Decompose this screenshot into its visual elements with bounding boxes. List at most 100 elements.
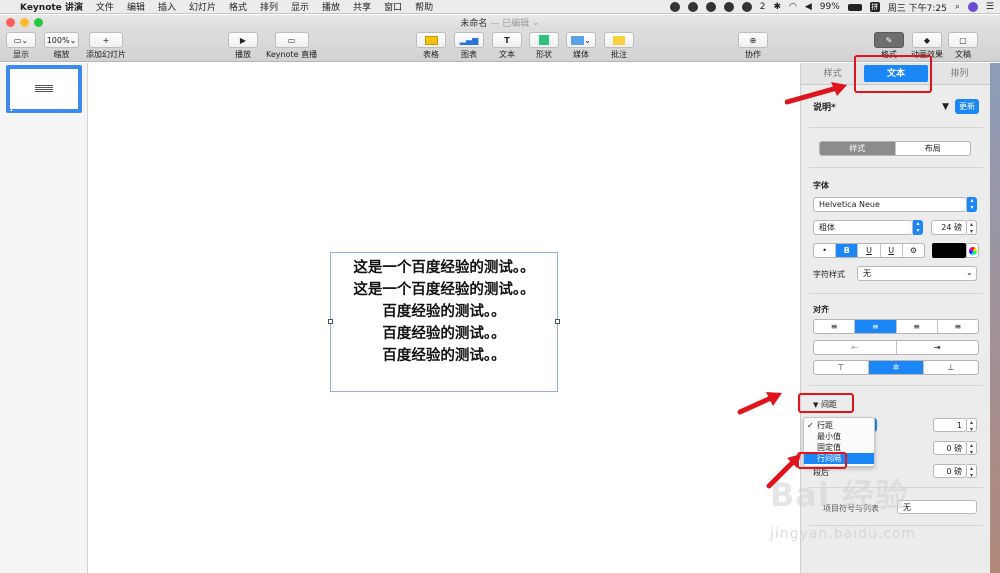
slide-text-line[interactable]: 百度经验的测试。。 <box>331 345 557 367</box>
menu-help[interactable]: 帮助 <box>415 0 433 13</box>
sync-icon[interactable] <box>687 2 698 12</box>
siri-icon[interactable] <box>967 2 978 12</box>
align-top-icon[interactable]: ⊤ <box>814 361 869 374</box>
menu-edit[interactable]: 编辑 <box>127 0 145 13</box>
media-tool[interactable]: ⌄ 媒体 <box>566 32 596 60</box>
title-chevron-icon[interactable]: ⌄ <box>532 18 540 28</box>
paragraph-style-dropdown-icon[interactable]: ▼ <box>942 102 949 112</box>
wechat-icon[interactable] <box>741 2 752 12</box>
align-left-icon[interactable]: ≡ <box>814 320 856 333</box>
view-tool[interactable]: ▭⌄ 显示 <box>6 32 36 60</box>
menu-file[interactable]: 文件 <box>96 0 114 13</box>
shape-button[interactable] <box>529 32 559 48</box>
play-tool[interactable]: ▶ 播放 <box>228 32 258 60</box>
table-button[interactable] <box>416 32 446 48</box>
slide-text-line[interactable]: 百度经验的测试。。 <box>331 323 557 345</box>
spotlight-icon[interactable]: ⌕ <box>955 2 960 12</box>
font-family-arrows-icon[interactable]: ▴ ▾ <box>967 197 977 212</box>
space-before-stepper[interactable]: ▴ ▾ <box>967 441 977 456</box>
font-weight-select[interactable]: 粗体 <box>813 220 913 235</box>
zoom-select[interactable]: 100% ⌄ <box>44 32 79 48</box>
subtab-layout[interactable]: 布局 <box>896 142 971 155</box>
menu-share[interactable]: 共享 <box>353 0 371 13</box>
advanced-options-gear-icon[interactable]: ⚙ <box>903 244 924 257</box>
comment-button[interactable] <box>604 32 634 48</box>
increase-indent-icon[interactable]: ⇥ <box>897 341 979 354</box>
menu-format[interactable]: 格式 <box>229 0 247 13</box>
media-button[interactable]: ⌄ <box>566 32 596 48</box>
menu-play[interactable]: 播放 <box>322 0 340 13</box>
menu-slide[interactable]: 幻灯片 <box>189 0 216 13</box>
document-title[interactable]: 未命名 <box>460 16 487 29</box>
collaborate-tool[interactable]: ⊕ 协作 <box>738 32 768 60</box>
font-size-stepper[interactable]: ▴ ▾ <box>967 220 977 235</box>
comment-tool[interactable]: 批注 <box>604 32 634 60</box>
text-options-button[interactable]: • <box>814 244 837 257</box>
wifi-icon[interactable]: ◠ <box>789 2 797 12</box>
align-center-icon[interactable]: ≡ <box>855 320 897 333</box>
close-window-button[interactable] <box>6 18 15 27</box>
character-style-select[interactable]: 无 <box>857 266 977 281</box>
collaborate-button[interactable]: ⊕ <box>738 32 768 48</box>
resize-handle-left[interactable] <box>328 319 333 324</box>
add-slide-button[interactable]: + <box>89 32 123 48</box>
add-slide-tool[interactable]: + 添加幻灯片 <box>86 32 126 60</box>
space-before-field[interactable]: 0 磅 <box>933 441 967 455</box>
bluetooth-icon[interactable]: ✱ <box>773 2 781 12</box>
line-spacing-value-field[interactable]: 1 <box>933 418 967 432</box>
bold-button[interactable]: B <box>836 244 859 257</box>
tab-arrange[interactable]: 排列 <box>928 63 991 84</box>
format-button[interactable]: ✎ <box>874 32 904 48</box>
view-button[interactable]: ▭⌄ <box>6 32 36 48</box>
align-bottom-icon[interactable]: ⊥ <box>924 361 978 374</box>
zoom-tool[interactable]: 100% ⌄ 缩放 <box>44 32 79 60</box>
menu-view[interactable]: 显示 <box>291 0 309 13</box>
color-wheel-icon[interactable] <box>966 243 979 258</box>
menu-arrange[interactable]: 排列 <box>260 0 278 13</box>
space-after-field[interactable]: 0 磅 <box>933 464 967 478</box>
italic-button[interactable]: U <box>858 244 881 257</box>
align-justify-icon[interactable]: ≡ <box>938 320 978 333</box>
subtab-style[interactable]: 样式 <box>820 142 896 155</box>
live-tool[interactable]: ▭ Keynote 直播 <box>266 32 317 60</box>
input-method-icon[interactable]: 拼 <box>869 2 880 12</box>
underline-button[interactable]: U <box>881 244 903 257</box>
slide-text-line[interactable]: 百度经验的测试。。 <box>331 301 557 323</box>
update-style-button[interactable]: 更新 <box>955 99 979 114</box>
line-spacing-stepper[interactable]: ▴ ▾ <box>967 418 977 433</box>
slide-text-line[interactable]: 这是一个百度经验的测试。。 <box>331 279 557 301</box>
chart-tool[interactable]: ▂▄▆ 图表 <box>454 32 484 60</box>
text-color-well[interactable] <box>932 243 966 258</box>
align-middle-icon[interactable]: ✲ <box>869 361 924 374</box>
notification-center-icon[interactable]: ☰ <box>986 2 994 12</box>
text-tool[interactable]: T 文本 <box>492 32 522 60</box>
chart-button[interactable]: ▂▄▆ <box>454 32 484 48</box>
weibo-icon[interactable] <box>705 2 716 12</box>
document-tool[interactable]: ▢ 文稿 <box>948 32 978 60</box>
shape-tool[interactable]: 形状 <box>529 32 559 60</box>
volume-icon[interactable]: ◀ <box>805 2 812 12</box>
font-weight-arrows-icon[interactable]: ▴ ▾ <box>913 220 923 235</box>
play-button[interactable]: ▶ <box>228 32 258 48</box>
font-size-field[interactable]: 24 磅 <box>931 220 967 235</box>
minimize-window-button[interactable] <box>20 18 29 27</box>
resize-handle-right[interactable] <box>555 319 560 324</box>
font-family-select[interactable]: Helvetica Neue <box>813 197 967 212</box>
space-after-stepper[interactable]: ▴ ▾ <box>967 464 977 479</box>
option-line-spacing[interactable]: 行距 <box>804 420 874 431</box>
slide-text-box[interactable]: 这是一个百度经验的测试。。 这是一个百度经验的测试。。 百度经验的测试。。 百度… <box>328 252 560 392</box>
option-at-least[interactable]: 最小值 <box>804 431 874 442</box>
decrease-indent-icon[interactable]: ⇤ <box>814 341 897 354</box>
document-button[interactable]: ▢ <box>948 32 978 48</box>
fullscreen-window-button[interactable] <box>34 18 43 27</box>
text-button[interactable]: T <box>492 32 522 48</box>
table-tool[interactable]: 表格 <box>416 32 446 60</box>
qq-icon[interactable] <box>669 2 680 12</box>
menu-insert[interactable]: 插入 <box>158 0 176 13</box>
battery-icon[interactable] <box>847 3 862 11</box>
align-right-icon[interactable]: ≡ <box>897 320 938 333</box>
slide-thumbnail[interactable] <box>6 65 82 113</box>
vpn-icon[interactable] <box>723 2 734 12</box>
keynote-live-button[interactable]: ▭ <box>274 32 309 48</box>
slide-text-line[interactable]: 这是一个百度经验的测试。。 <box>331 257 557 279</box>
